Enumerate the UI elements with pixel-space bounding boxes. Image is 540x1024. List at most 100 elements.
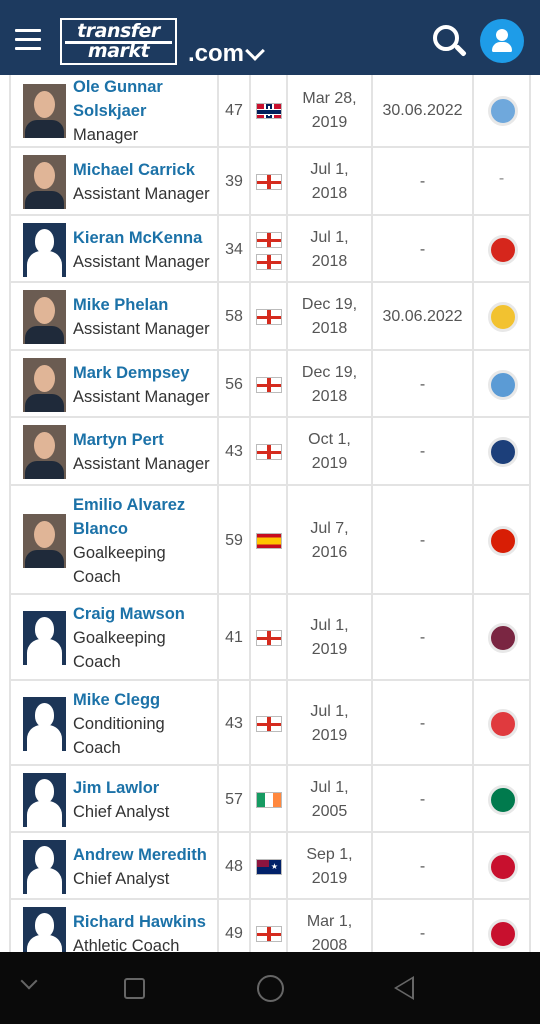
avatar[interactable] (23, 425, 66, 479)
appointed-date: Jul 7, (310, 520, 349, 537)
previous-club-cell (474, 766, 531, 831)
appointed-date: Jul 1, (310, 703, 349, 720)
age-cell: 56 (219, 351, 251, 416)
macclesfield-crest-icon[interactable] (488, 370, 518, 400)
appointed-year: 2019 (311, 727, 348, 744)
staff-name[interactable]: Mark Dempsey (73, 361, 219, 385)
avatar[interactable] (23, 514, 66, 568)
domain-selector-label[interactable]: .com (188, 40, 244, 68)
nationality-cell (251, 283, 288, 349)
sunderland-crest-icon[interactable] (488, 709, 518, 739)
age-value: 57 (225, 791, 243, 808)
vancouver-crest-icon[interactable] (488, 437, 518, 467)
staff-name[interactable]: Mike Phelan (73, 293, 219, 317)
collapse-icon[interactable] (20, 972, 38, 990)
name-cell: Ole Gunnar Solskjaer Manager (9, 75, 219, 146)
staff-name[interactable]: Richard Hawkins (73, 910, 219, 934)
flag-england-icon (256, 254, 282, 270)
benfica-crest-icon[interactable] (488, 526, 518, 556)
staff-name-cont[interactable]: Blanco (73, 517, 219, 541)
appointed-date: Dec 19, (301, 296, 358, 313)
staff-role: Chief Analyst (73, 870, 170, 888)
sheffield-utd-crest-icon[interactable] (488, 919, 518, 949)
avatar[interactable] (23, 611, 66, 665)
home-icon[interactable] (257, 975, 284, 1002)
avatar[interactable] (23, 358, 66, 412)
staff-name[interactable]: Ole Gunnar (73, 75, 219, 99)
appointed-date: Mar 1, (306, 913, 353, 930)
age-value: 48 (225, 858, 243, 875)
appointed-cell: Dec 19, 2018 (288, 283, 373, 349)
contract-cell: - (373, 148, 474, 214)
user-icon[interactable] (480, 19, 524, 63)
avatar[interactable] (23, 773, 66, 827)
avatar[interactable] (23, 840, 66, 894)
staff-name[interactable]: Martyn Pert (73, 428, 219, 452)
staff-role: Goalkeeping (73, 629, 166, 647)
staff-role-cont: Coach (73, 739, 121, 757)
avatar[interactable] (23, 290, 66, 344)
contract-value: - (419, 532, 426, 549)
age-value: 41 (225, 629, 243, 646)
recent-apps-icon[interactable] (124, 978, 145, 999)
contract-cell: - (373, 351, 474, 416)
contract-cell: - (373, 833, 474, 898)
staff-name[interactable]: Emilio Alvarez (73, 493, 219, 517)
south-africa-crest-icon[interactable] (488, 785, 518, 815)
age-value: 34 (225, 241, 243, 258)
staff-role: Chief Analyst (73, 803, 170, 821)
contract-value: - (419, 173, 426, 190)
flag-england-icon (256, 444, 282, 460)
appointed-cell: Dec 19, 2018 (288, 351, 373, 416)
st-pauli-crest-icon[interactable] (488, 852, 518, 882)
chevron-down-icon[interactable] (245, 41, 265, 61)
contract-cell: 30.06.2022 (373, 283, 474, 349)
app-header: transfer markt .com (0, 0, 540, 75)
staff-name[interactable]: Kieran McKenna (73, 226, 219, 250)
avatar[interactable] (23, 84, 66, 138)
table-row: Michael Carrick Assistant Manager 39 Jul 1,… (9, 148, 531, 216)
contract-value: - (419, 629, 426, 646)
avatar[interactable] (23, 697, 66, 751)
appointed-date: Jul 1, (310, 617, 349, 634)
name-cell: Craig Mawson Goalkeeping Coach (9, 595, 219, 679)
appointed-date: Oct 1, (308, 431, 351, 448)
previous-club-cell (474, 681, 531, 764)
staff-name[interactable]: Jim Lawlor (73, 776, 219, 800)
club-empty: - (498, 170, 505, 187)
staff-name[interactable]: Mike Clegg (73, 688, 219, 712)
molde-crest-icon[interactable] (488, 96, 518, 126)
back-icon[interactable] (394, 976, 414, 1000)
burnley-crest-icon[interactable] (488, 623, 518, 653)
name-cell: Andrew Meredith Chief Analyst (9, 833, 219, 898)
staff-name[interactable]: Michael Carrick (73, 158, 219, 182)
avatar[interactable] (23, 155, 66, 209)
staff-role: Assistant Manager (73, 388, 210, 406)
contract-value: - (419, 443, 426, 460)
appointed-year: 2018 (311, 185, 348, 202)
age-value: 49 (225, 925, 243, 942)
staff-name[interactable]: Andrew Meredith (73, 843, 219, 867)
contract-value: 30.06.2022 (382, 308, 463, 325)
avatar[interactable] (23, 223, 66, 277)
previous-club-cell (474, 75, 531, 146)
nationality-cell (251, 833, 288, 898)
staff-name[interactable]: Craig Mawson (73, 602, 219, 626)
age-cell: 59 (219, 486, 251, 593)
avatar[interactable] (23, 907, 66, 952)
age-value: 58 (225, 308, 243, 325)
hamburger-menu-icon[interactable] (15, 29, 41, 51)
previous-club-cell (474, 418, 531, 484)
appointed-year: 2018 (311, 253, 348, 270)
age-cell: 41 (219, 595, 251, 679)
name-cell: Martyn Pert Assistant Manager (9, 418, 219, 484)
central-coast-crest-icon[interactable] (488, 302, 518, 332)
appointed-date: Jul 1, (310, 161, 349, 178)
staff-name-cont[interactable]: Solskjaer (73, 99, 219, 123)
name-cell: Mike Clegg Conditioning Coach (9, 681, 219, 764)
man-utd-crest-icon[interactable] (488, 235, 518, 265)
previous-club-cell (474, 216, 531, 281)
name-cell: Richard Hawkins Athletic Coach (9, 900, 219, 952)
transfermarkt-logo[interactable]: transfer markt (60, 18, 177, 65)
search-icon[interactable] (433, 25, 467, 59)
